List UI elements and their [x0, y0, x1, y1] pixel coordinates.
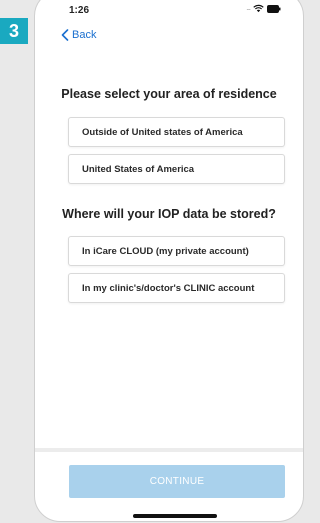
back-button[interactable]: Back [61, 29, 96, 41]
bottom-divider [35, 448, 303, 452]
signal-icon: .... [246, 5, 251, 12]
residence-option-usa[interactable]: United States of America [68, 154, 285, 184]
storage-option-clinic-account[interactable]: In my clinic's/doctor's CLINIC account [68, 273, 285, 303]
storage-option-icare-cloud[interactable]: In iCare CLOUD (my private account) [68, 236, 285, 266]
continue-button[interactable]: CONTINUE [69, 465, 285, 498]
chevron-left-icon [61, 29, 69, 41]
storage-heading: Where will your IOP data be stored? [62, 207, 276, 221]
step-number-badge: 3 [0, 18, 28, 44]
phone-screen: 1:26 .... Back Please select your area o… [34, 0, 304, 522]
residence-heading: Please select your area of residence [61, 87, 277, 101]
back-label: Back [72, 29, 97, 41]
status-icons: .... [246, 4, 281, 13]
wifi-icon [253, 4, 264, 13]
residence-option-outside-usa[interactable]: Outside of United states of America [68, 117, 285, 147]
home-indicator [133, 514, 217, 518]
status-time: 1:26 [69, 5, 90, 16]
battery-icon [267, 4, 281, 13]
status-bar: 1:26 .... [35, 1, 303, 21]
